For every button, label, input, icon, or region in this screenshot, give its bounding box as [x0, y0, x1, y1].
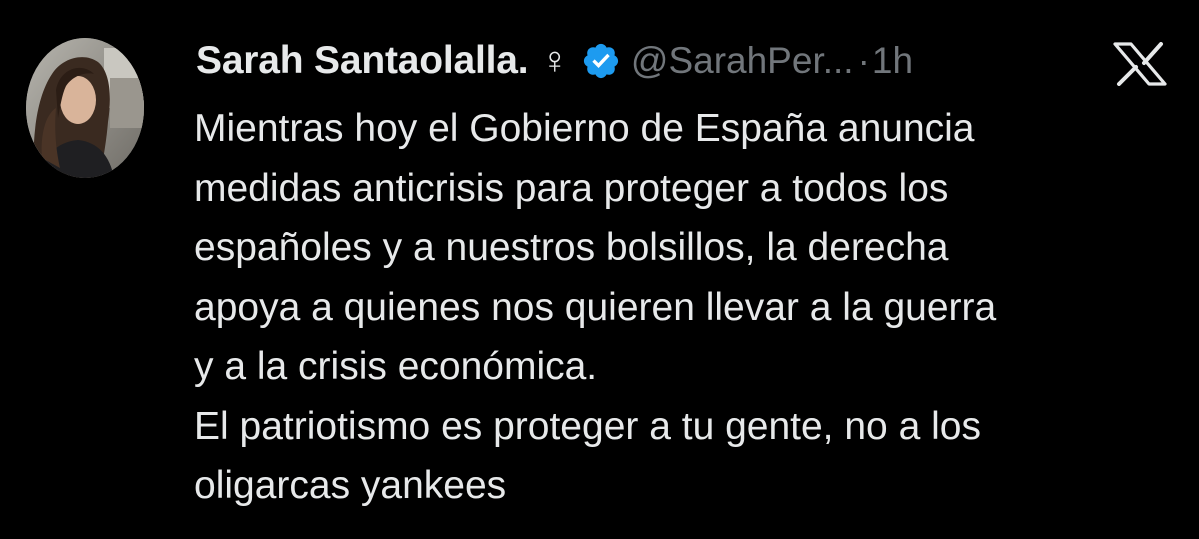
tweet-text-line: oligarcas yankees	[194, 464, 507, 507]
x-logo-icon[interactable]	[1111, 42, 1169, 86]
post-timestamp[interactable]: 1h	[872, 40, 913, 82]
tweet-text: Mientras hoy el Gobierno de España anunc…	[194, 99, 1184, 516]
avatar-photo	[26, 38, 144, 178]
author-handle[interactable]: @SarahPer...	[631, 40, 854, 82]
avatar[interactable]	[26, 38, 144, 178]
tweet-text-line: españoles y a nuestros bolsillos, la der…	[194, 226, 949, 269]
tweet-header: Sarah Santaolalla. ♀ @SarahPer... · 1h	[196, 34, 913, 88]
tweet-text-line: Mientras hoy el Gobierno de España anunc…	[194, 107, 975, 150]
verified-badge-icon[interactable]	[581, 41, 621, 81]
tweet-text-line: apoya a quienes nos quieren llevar a la …	[194, 285, 997, 329]
female-symbol-icon: ♀	[540, 40, 569, 82]
tweet-text-line: y a la crisis económica.	[194, 345, 598, 388]
author-display-name[interactable]: Sarah Santaolalla.	[196, 39, 529, 83]
tweet-text-line: medidas anticrisis para proteger a todos…	[194, 166, 949, 210]
tweet-text-line: El patriotismo es proteger a tu gente, n…	[194, 404, 981, 448]
tweet-card[interactable]: Sarah Santaolalla. ♀ @SarahPer... · 1h M…	[0, 0, 1199, 539]
separator-dot: ·	[857, 40, 870, 81]
